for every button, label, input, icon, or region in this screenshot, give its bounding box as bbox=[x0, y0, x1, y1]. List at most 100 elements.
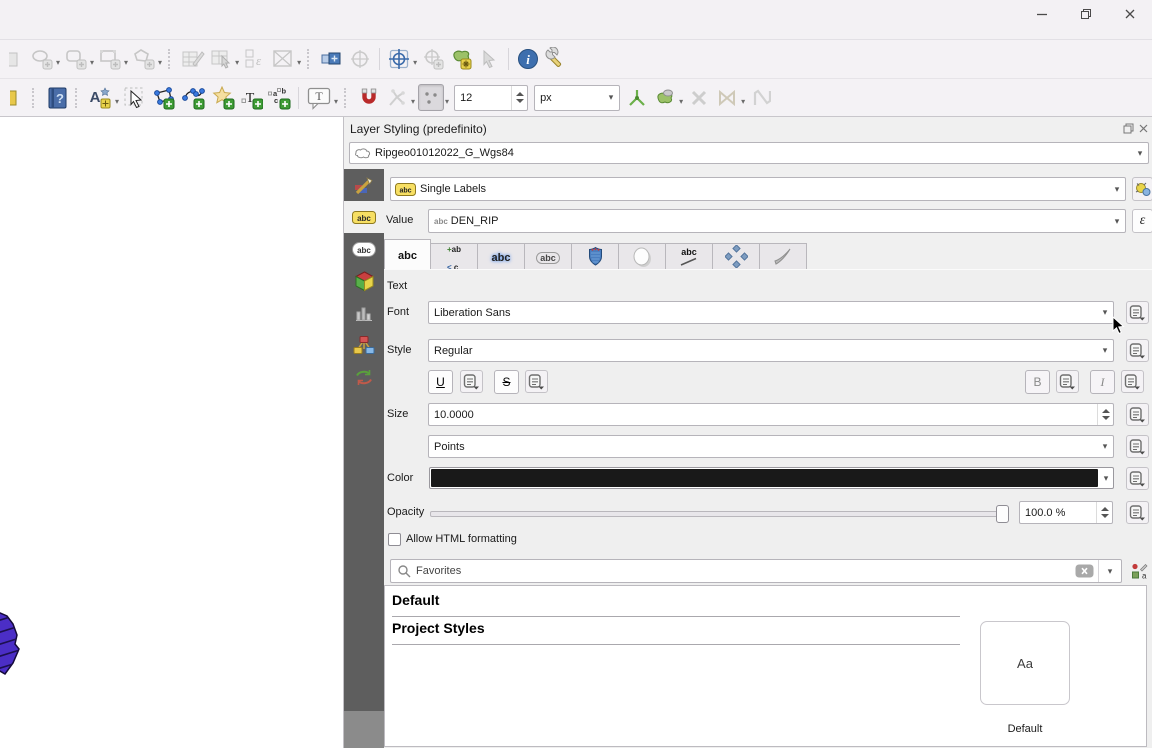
data-defined-override-button[interactable] bbox=[525, 370, 548, 393]
data-defined-override-button[interactable] bbox=[1056, 370, 1079, 393]
size-spinbox[interactable]: 10.0000 bbox=[428, 403, 1114, 426]
style-card-default[interactable]: Aa bbox=[980, 621, 1070, 705]
tab-formatting[interactable]: +ab< c bbox=[431, 243, 478, 270]
sidebar-item-diagrams[interactable] bbox=[344, 297, 384, 329]
bold-button[interactable]: B bbox=[1025, 370, 1050, 394]
help-book-icon: ? bbox=[47, 86, 68, 110]
chevron-down-icon[interactable]: ▾ bbox=[1099, 468, 1113, 488]
chevron-down-icon[interactable]: ▾ bbox=[1098, 560, 1121, 582]
style-combobox[interactable]: Regular ▾ bbox=[428, 339, 1114, 362]
data-defined-override-button[interactable] bbox=[460, 370, 483, 393]
data-defined-override-button[interactable] bbox=[1126, 301, 1149, 324]
topology-button[interactable] bbox=[624, 84, 650, 111]
polygon-annotation-button[interactable] bbox=[150, 84, 178, 111]
dropdown-arrow-icon[interactable]: ▾ bbox=[679, 98, 683, 106]
size-units-combobox[interactable]: Points ▾ bbox=[428, 435, 1114, 458]
data-defined-override-button[interactable] bbox=[1121, 370, 1144, 393]
gps-target-button[interactable] bbox=[386, 46, 412, 73]
size-value: 10.0000 bbox=[429, 409, 1097, 421]
dropdown-arrow-icon[interactable]: ▾ bbox=[413, 59, 417, 67]
text-annotation-button[interactable]: T bbox=[238, 84, 264, 111]
search-input[interactable] bbox=[416, 565, 1075, 577]
clear-search-button[interactable] bbox=[1075, 564, 1094, 578]
dropdown-arrow-icon[interactable]: ▾ bbox=[411, 98, 415, 106]
wrench-button[interactable] bbox=[543, 46, 569, 73]
snap-vertex-button[interactable] bbox=[418, 84, 444, 111]
opacity-slider-handle[interactable] bbox=[996, 505, 1009, 523]
dropdown-arrow-icon[interactable]: ▾ bbox=[297, 59, 301, 67]
dropdown-arrow-icon[interactable]: ▾ bbox=[445, 98, 449, 106]
float-panel-button[interactable] bbox=[1122, 122, 1135, 135]
tab-mask[interactable]: abc bbox=[525, 243, 572, 270]
style-search-box[interactable]: ▾ bbox=[390, 559, 1122, 583]
form-annotation-button[interactable]: T bbox=[305, 84, 333, 111]
close-panel-button[interactable] bbox=[1137, 122, 1150, 135]
select-annotation-button[interactable] bbox=[122, 84, 148, 111]
marker-annotation-button[interactable] bbox=[210, 84, 236, 111]
sidebar-item-symbology[interactable] bbox=[344, 169, 384, 201]
toolbar-separator bbox=[379, 48, 380, 70]
tab-placement[interactable] bbox=[713, 243, 760, 270]
dropdown-arrow-icon[interactable]: ▾ bbox=[124, 59, 128, 67]
allow-html-checkbox[interactable] bbox=[388, 533, 401, 546]
automated-placement-settings-button[interactable] bbox=[1132, 177, 1152, 201]
dropdown-arrow-icon[interactable]: ▾ bbox=[334, 98, 338, 106]
label-mode-combobox[interactable]: abc Single Labels ▾ bbox=[390, 177, 1126, 201]
snap-units-combobox[interactable]: px▾ bbox=[534, 85, 620, 111]
help-book-button[interactable]: ? bbox=[44, 84, 70, 111]
sidebar-item-labels[interactable]: abc bbox=[344, 201, 384, 233]
text-color-button[interactable]: ▾ bbox=[429, 467, 1114, 489]
underline-button[interactable]: U bbox=[428, 370, 453, 394]
data-defined-override-icon bbox=[1129, 470, 1146, 487]
close-button[interactable] bbox=[1108, 0, 1152, 28]
edge-clipped2-button[interactable] bbox=[1, 84, 27, 111]
sidebar-item-masks[interactable]: abc bbox=[344, 233, 384, 265]
restore-button[interactable] bbox=[1064, 0, 1108, 28]
text-annotation-icon: T bbox=[240, 86, 263, 110]
dropdown-arrow-icon[interactable]: ▾ bbox=[741, 98, 745, 106]
layer-selector-combobox[interactable]: Ripgeo01012022_G_Wgs84 ▾ bbox=[349, 142, 1149, 164]
opacity-slider-track[interactable] bbox=[430, 511, 1008, 517]
dropdown-arrow-icon[interactable]: ▾ bbox=[158, 59, 162, 67]
snap-intersection-button[interactable] bbox=[652, 84, 678, 111]
italic-button[interactable]: I bbox=[1090, 370, 1115, 394]
spinbox-arrows[interactable] bbox=[1097, 404, 1113, 425]
tab-rendering[interactable] bbox=[760, 243, 807, 270]
line-annotation-button[interactable] bbox=[180, 84, 208, 111]
font-combobox[interactable]: Liberation Sans ▾ bbox=[428, 301, 1114, 324]
dropdown-arrow-icon[interactable]: ▾ bbox=[235, 59, 239, 67]
expression-builder-button[interactable]: ε bbox=[1132, 209, 1152, 233]
spinbox-arrows[interactable] bbox=[1096, 502, 1112, 523]
info-button[interactable]: i bbox=[515, 46, 541, 73]
opacity-spinbox[interactable]: 100.0 % bbox=[1019, 501, 1113, 524]
snapping-magnet-button[interactable] bbox=[356, 84, 382, 111]
value-field-combobox[interactable]: abc DEN_RIP ▾ bbox=[428, 209, 1126, 233]
trace-blob-button[interactable] bbox=[448, 46, 474, 73]
strikeout-button[interactable]: S bbox=[494, 370, 519, 394]
html-annotation-button[interactable]: abc bbox=[266, 84, 292, 111]
data-defined-override-button[interactable] bbox=[1126, 435, 1149, 458]
data-defined-override-button[interactable] bbox=[1126, 339, 1149, 362]
dropdown-arrow-icon[interactable]: ▾ bbox=[115, 98, 119, 106]
data-defined-override-button[interactable] bbox=[1126, 403, 1149, 426]
style-manager-button[interactable]: a bbox=[1128, 560, 1150, 582]
annotation-title-button[interactable]: A bbox=[87, 84, 114, 111]
tab-shadow-icon bbox=[631, 246, 653, 268]
sidebar-item-3d-view[interactable] bbox=[344, 265, 384, 297]
minimize-button[interactable] bbox=[1020, 0, 1064, 28]
tab-text[interactable]: abc bbox=[384, 239, 431, 270]
data-defined-override-button[interactable] bbox=[1126, 467, 1149, 490]
tab-background[interactable] bbox=[572, 243, 619, 270]
snap-tolerance-spinbox[interactable]: 12 bbox=[454, 85, 528, 111]
dropdown-arrow-icon[interactable]: ▾ bbox=[90, 59, 94, 67]
tab-callouts[interactable]: abc bbox=[666, 243, 713, 270]
data-defined-override-button[interactable] bbox=[1126, 501, 1149, 524]
dropdown-arrow-icon[interactable]: ▾ bbox=[56, 59, 60, 67]
tab-shadow[interactable] bbox=[619, 243, 666, 270]
sidebar-item-attributes[interactable] bbox=[344, 329, 384, 361]
map-canvas[interactable] bbox=[0, 117, 343, 748]
tab-buffer[interactable]: abc bbox=[478, 243, 525, 270]
sidebar-item-history[interactable] bbox=[344, 361, 384, 393]
move-feature-button[interactable] bbox=[319, 46, 345, 73]
merge-features-button: ε bbox=[242, 46, 268, 73]
